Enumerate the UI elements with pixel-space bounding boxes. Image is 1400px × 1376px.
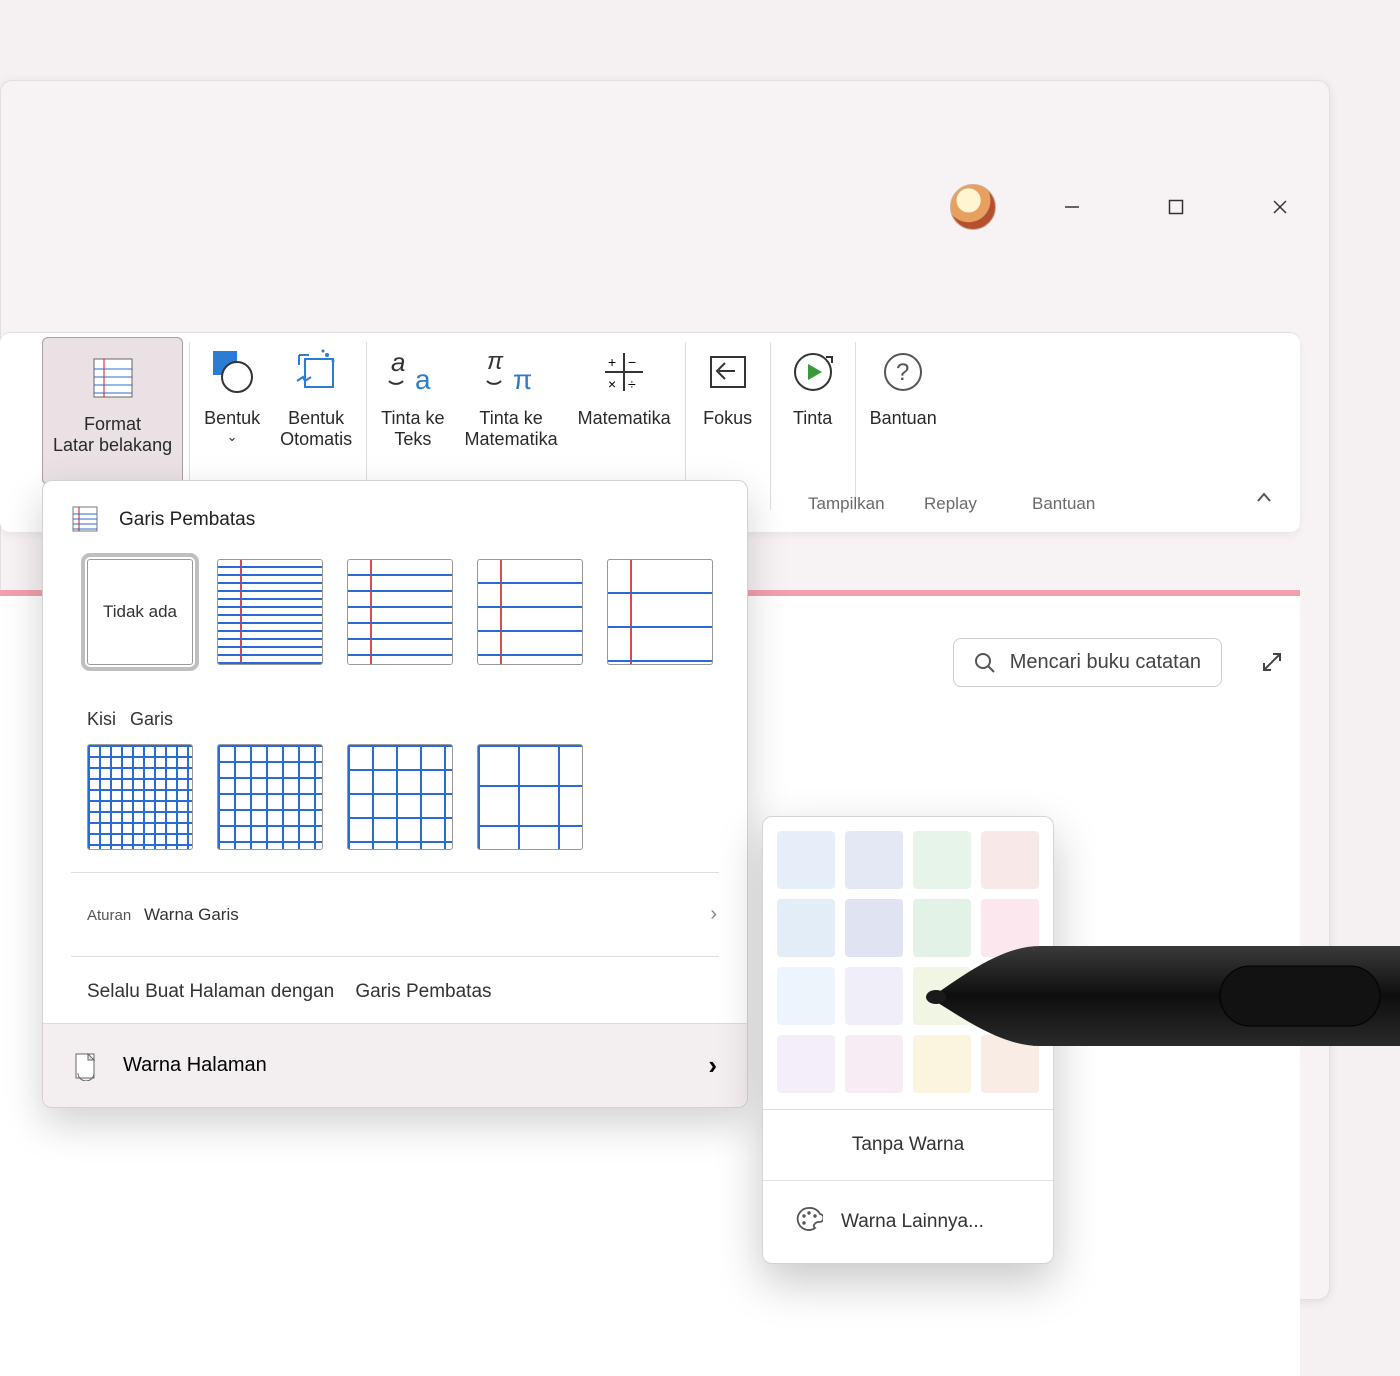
thumb-ruled-dense[interactable] — [217, 559, 323, 665]
no-color-row[interactable]: Tanpa Warna — [777, 1110, 1039, 1180]
ribbon-format-background[interactable]: Format Latar belakang — [42, 337, 183, 485]
svg-text:π: π — [513, 364, 532, 395]
thumb-ruled-vwide[interactable] — [607, 559, 713, 665]
svg-text:+: + — [608, 354, 616, 370]
expand-page-button[interactable] — [1250, 640, 1294, 684]
minimize-button[interactable] — [1044, 187, 1100, 227]
group-replay: Replay — [924, 494, 977, 514]
rb-label: Matematika — [578, 408, 671, 429]
rb-label-2: Otomatis — [280, 429, 352, 450]
color-swatch[interactable] — [913, 831, 971, 889]
color-swatch[interactable] — [777, 1035, 835, 1093]
app-window: ert Cu Format Latar belakang — [0, 80, 1330, 1300]
color-swatch[interactable] — [981, 967, 1039, 1025]
thumb-grid-wide[interactable] — [347, 744, 453, 850]
ribbon-ink-to-math[interactable]: π π Tinta ke Matematika — [455, 332, 568, 472]
thumb-none[interactable]: Tidak ada — [87, 559, 193, 665]
ribbon-math[interactable]: +− × ÷ Matematika — [568, 332, 681, 472]
ruled-page-icon — [71, 505, 101, 535]
account-avatar[interactable] — [950, 184, 996, 230]
search-icon — [974, 652, 996, 674]
math-icon: +− × ÷ — [596, 344, 652, 400]
ink-to-text-icon: a a — [385, 344, 441, 400]
color-swatch[interactable] — [777, 831, 835, 889]
thumb-grid-med[interactable] — [217, 744, 323, 850]
svg-text:a: a — [415, 364, 431, 395]
color-swatch[interactable] — [913, 967, 971, 1025]
color-swatch[interactable] — [981, 1035, 1039, 1093]
window-controls — [950, 184, 1308, 230]
page-color-flyout: Tanpa Warna Warna Lainnya... — [762, 816, 1054, 1264]
grid-section-label: Kisi Garis — [43, 683, 747, 734]
ribbon-collapse-button[interactable] — [1250, 484, 1278, 512]
grid-lines-row — [43, 734, 747, 868]
ink-to-math-icon: π π — [483, 344, 539, 400]
rb-label-2: Latar belakang — [53, 435, 172, 456]
more-colors-row[interactable]: Warna Lainnya... — [777, 1181, 1039, 1263]
color-swatch[interactable] — [845, 899, 903, 957]
color-swatch[interactable] — [777, 899, 835, 957]
help-icon: ? — [875, 344, 931, 400]
ribbon-auto-shapes[interactable]: Bentuk Otomatis — [270, 332, 362, 472]
svg-text:×: × — [608, 376, 616, 392]
close-button[interactable] — [1252, 187, 1308, 227]
group-bantuan: Bantuan — [1032, 494, 1095, 514]
rule-line-color-row[interactable]: Aturan Warna Garis › — [43, 877, 747, 952]
page-color-row[interactable]: Warna Halaman › — [43, 1023, 747, 1107]
chevron-right-icon: › — [708, 1050, 717, 1081]
search-label: Mencari buku catatan — [1010, 651, 1201, 674]
rb-label-2: Matematika — [465, 429, 558, 450]
ribbon-help[interactable]: ? Bantuan — [860, 332, 947, 472]
ribbon-shapes[interactable]: Bentuk ⌄ — [194, 332, 270, 472]
color-swatch[interactable] — [981, 831, 1039, 889]
thumb-grid-vwide[interactable] — [477, 744, 583, 850]
svg-text:π: π — [487, 348, 504, 375]
color-swatch[interactable] — [981, 899, 1039, 957]
rb-label: Bentuk — [288, 408, 344, 429]
group-tampilkan: Tampilkan — [808, 494, 885, 514]
color-swatch[interactable] — [913, 1035, 971, 1093]
ribbon-ink-to-text[interactable]: a a Tinta ke Teks — [371, 332, 454, 472]
auto-shapes-icon — [288, 344, 344, 400]
svg-text:?: ? — [896, 359, 909, 386]
rb-label: Fokus — [703, 408, 752, 429]
search-notebook[interactable]: Mencari buku catatan — [953, 638, 1222, 687]
rb-label: Format — [84, 414, 141, 435]
rb-label: Tinta — [793, 408, 832, 429]
rb-label: Bentuk — [204, 408, 260, 429]
color-swatch[interactable] — [845, 967, 903, 1025]
focus-icon — [700, 344, 756, 400]
thumb-ruled-wide[interactable] — [477, 559, 583, 665]
color-swatch[interactable] — [777, 967, 835, 1025]
replay-icon — [785, 344, 841, 400]
thumb-ruled-med[interactable] — [347, 559, 453, 665]
svg-text:÷: ÷ — [628, 376, 636, 392]
page-color-icon — [71, 1051, 101, 1081]
rb-label-2: Teks — [394, 429, 431, 450]
chevron-right-icon: › — [710, 903, 717, 926]
rb-label: Tinta ke — [479, 408, 542, 429]
color-swatch[interactable] — [845, 831, 903, 889]
svg-text:a: a — [391, 347, 405, 377]
ribbon-ink-replay[interactable]: Tinta — [775, 332, 851, 472]
maximize-button[interactable] — [1148, 187, 1204, 227]
rb-label: Bantuan — [870, 408, 937, 429]
palette-icon — [795, 1205, 823, 1239]
svg-text:−: − — [628, 354, 636, 370]
ribbon-focus[interactable]: Fokus — [690, 332, 766, 472]
rb-label: Tinta ke — [381, 408, 444, 429]
always-create-ruled-row[interactable]: Selalu Buat Halaman dengan Garis Pembata… — [43, 961, 747, 1023]
thumb-grid-dense[interactable] — [87, 744, 193, 850]
shapes-icon — [204, 344, 260, 400]
color-swatch[interactable] — [845, 1035, 903, 1093]
color-swatch-grid — [777, 831, 1039, 1093]
background-format-popup: Garis Pembatas Tidak ada Kisi Garis Atur… — [42, 480, 748, 1108]
popup-title: Garis Pembatas — [119, 509, 255, 531]
rule-lines-row: Tidak ada — [43, 549, 747, 683]
ruled-page-icon — [85, 350, 141, 406]
color-swatch[interactable] — [913, 899, 971, 957]
